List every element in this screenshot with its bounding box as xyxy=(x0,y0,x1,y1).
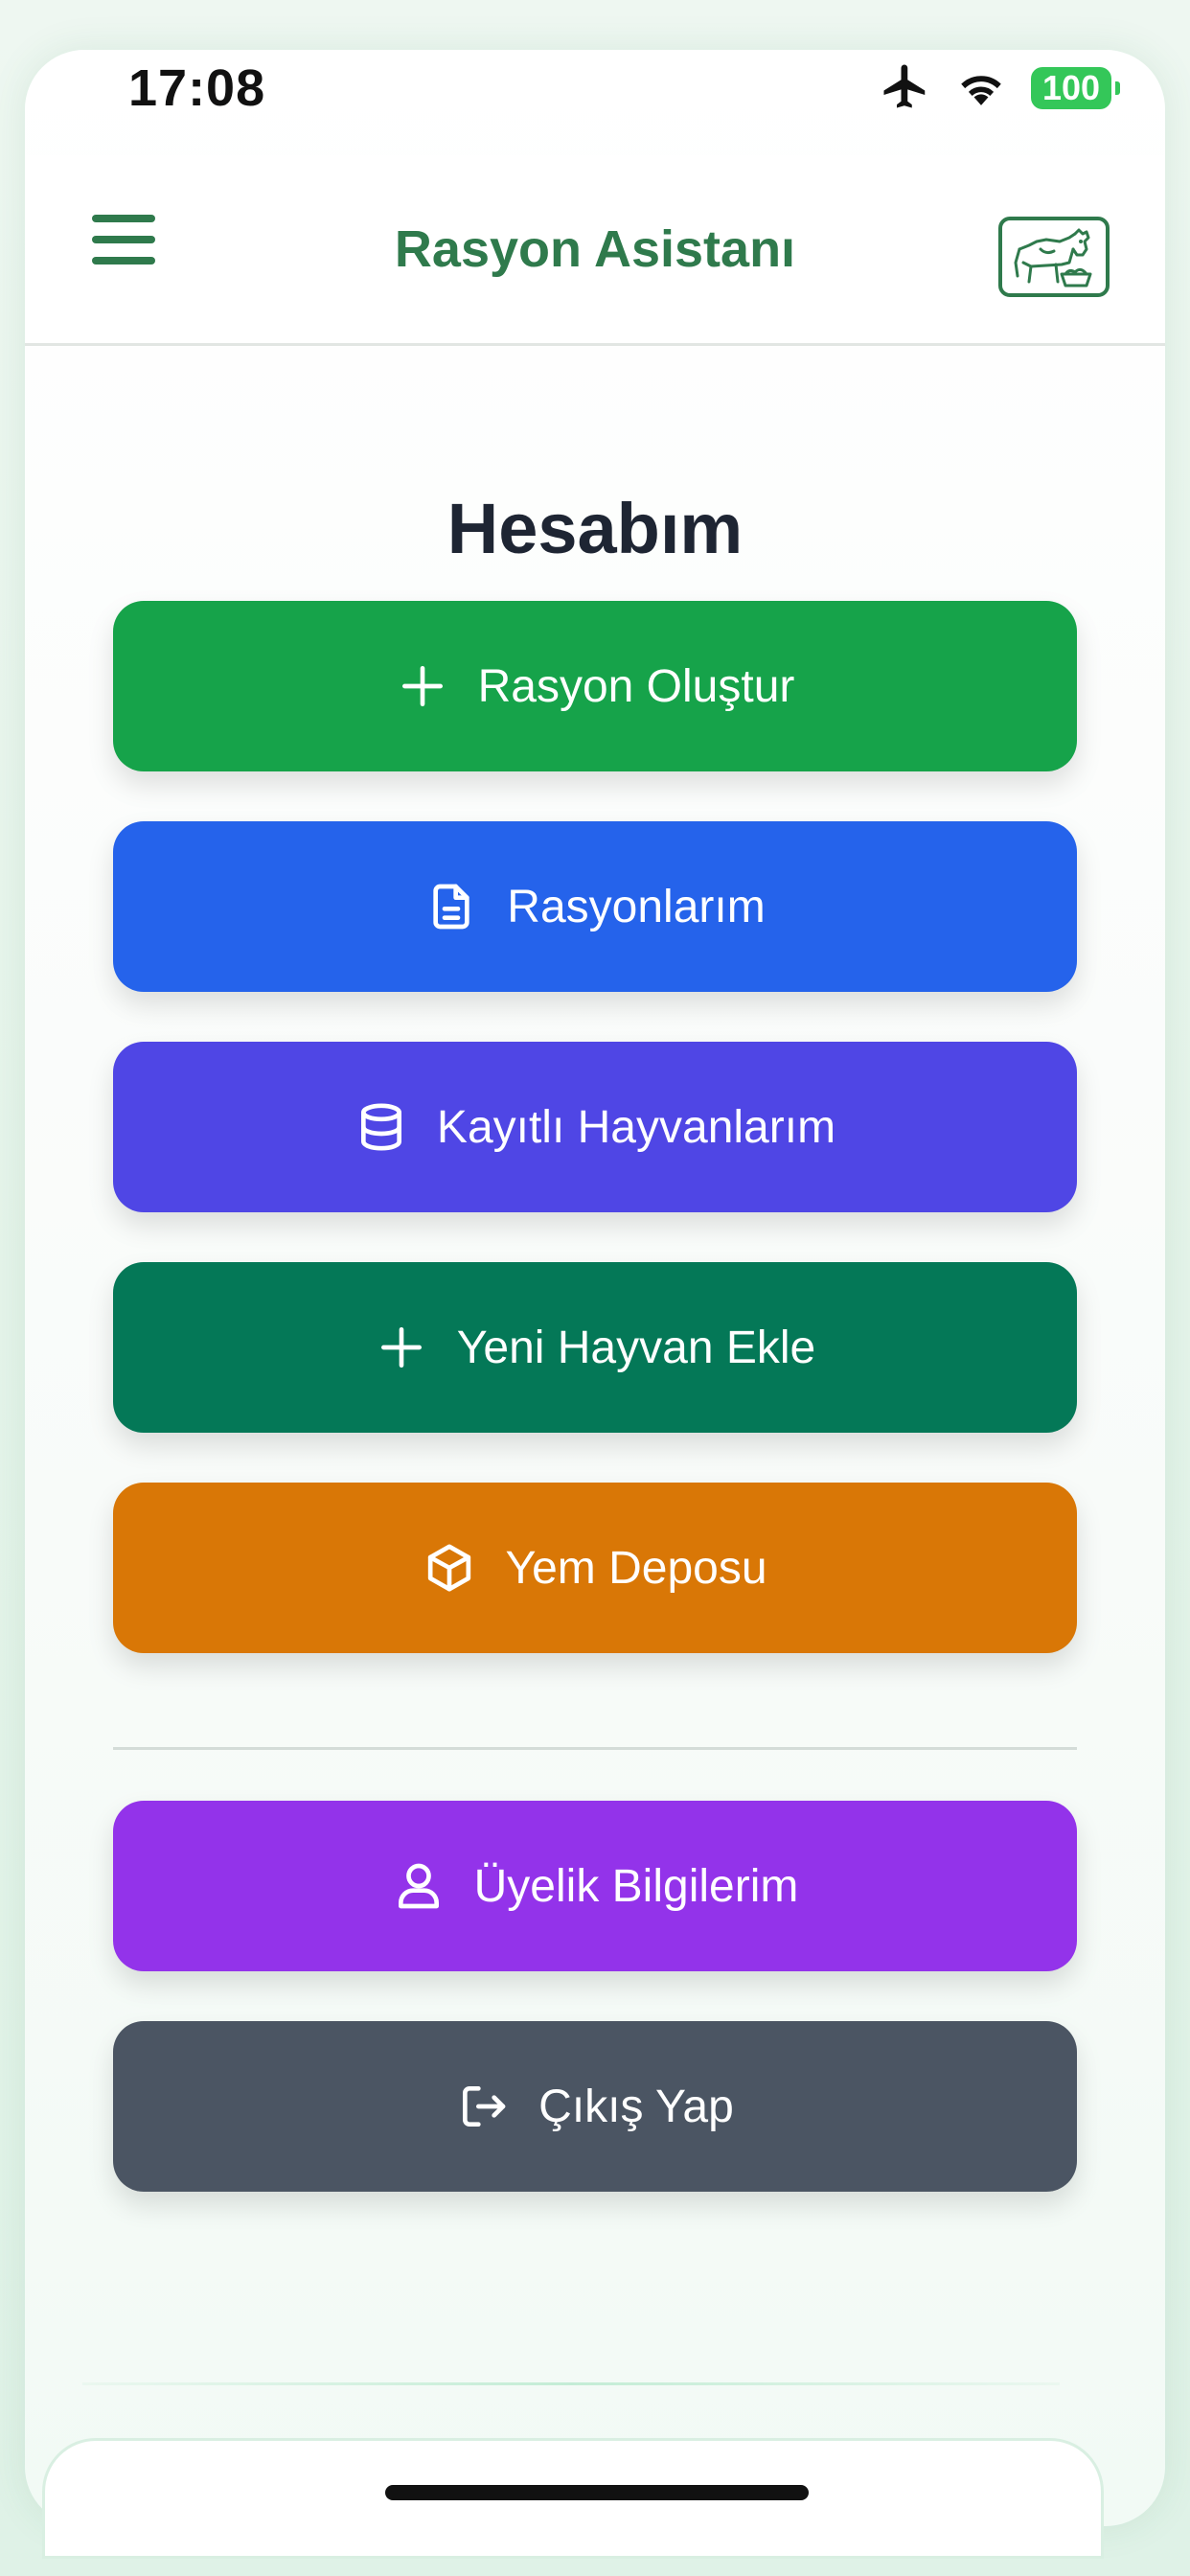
phone-screen: 17:08 100 Rasyon Asistanı Hesabım Rasyon… xyxy=(25,50,1165,2526)
page-title: Hesabım xyxy=(446,489,744,568)
battery-icon: 100 xyxy=(1031,67,1120,109)
add-animal-button[interactable]: Yeni Hayvan Ekle xyxy=(113,1262,1077,1433)
app-header: Rasyon Asistanı xyxy=(25,155,1165,346)
my-rations-button[interactable]: Rasyonlarım xyxy=(113,821,1077,992)
app-title: Rasyon Asistanı xyxy=(394,220,796,278)
plus-icon xyxy=(375,1321,428,1374)
create-ration-label: Rasyon Oluştur xyxy=(477,660,795,712)
add-animal-label: Yeni Hayvan Ekle xyxy=(456,1322,816,1373)
feed-storage-label: Yem Deposu xyxy=(505,1542,767,1594)
status-icons: 100 xyxy=(880,59,1120,117)
box-icon xyxy=(423,1541,476,1595)
menu-divider xyxy=(113,1747,1077,1750)
feed-storage-button[interactable]: Yem Deposu xyxy=(113,1483,1077,1653)
saved-animals-button[interactable]: Kayıtlı Hayvanlarım xyxy=(113,1042,1077,1212)
battery-level: 100 xyxy=(1041,68,1101,107)
status-time: 17:08 xyxy=(128,59,266,117)
my-rations-label: Rasyonlarım xyxy=(507,881,766,932)
logout-label: Çıkış Yap xyxy=(538,2081,734,2132)
bottom-separator xyxy=(82,2382,1060,2385)
plus-icon xyxy=(396,659,449,713)
airplane-icon xyxy=(880,60,931,117)
cow-logo-icon xyxy=(998,217,1110,297)
membership-info-button[interactable]: Üyelik Bilgilerim xyxy=(113,1801,1077,1971)
database-icon xyxy=(355,1100,408,1154)
wifi-icon xyxy=(954,62,1008,115)
status-bar: 17:08 100 xyxy=(25,50,1165,155)
home-indicator[interactable] xyxy=(385,2485,809,2500)
logout-icon xyxy=(456,2080,510,2133)
create-ration-button[interactable]: Rasyon Oluştur xyxy=(113,601,1077,771)
user-icon xyxy=(392,1859,446,1913)
document-icon xyxy=(424,880,478,933)
logout-button[interactable]: Çıkış Yap xyxy=(113,2021,1077,2192)
membership-info-label: Üyelik Bilgilerim xyxy=(473,1860,799,1912)
saved-animals-label: Kayıtlı Hayvanlarım xyxy=(436,1101,836,1153)
